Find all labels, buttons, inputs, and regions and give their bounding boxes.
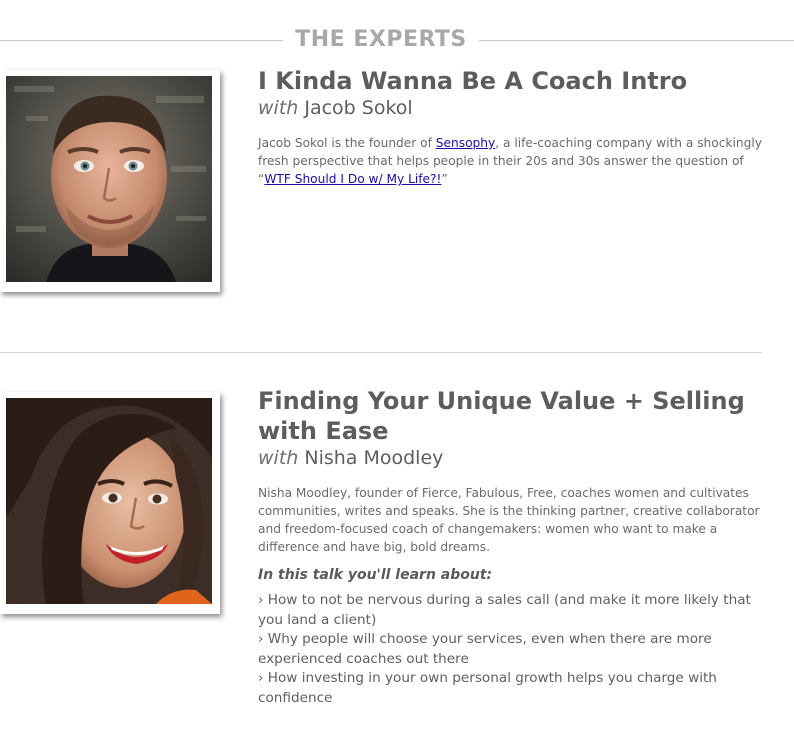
bio-prefix: Jacob Sokol is the founder of — [258, 136, 436, 150]
experts-section-header: THE EXPERTS — [0, 26, 794, 54]
portrait-man-image — [6, 76, 212, 282]
speaker-name: Nisha Moodley — [304, 447, 444, 469]
expert-photo-nisha-moodley — [6, 398, 212, 604]
speaker-line: with Jacob Sokol — [258, 96, 763, 120]
list-item: › How investing in your own personal gro… — [258, 670, 717, 706]
expert-content: I Kinda Wanna Be A Coach Intro with Jaco… — [258, 66, 763, 188]
header-rule-right — [479, 40, 794, 41]
speaker-bio: Jacob Sokol is the founder of Sensophy, … — [258, 134, 763, 188]
speaker-name: Jacob Sokol — [304, 97, 413, 119]
expert-card-jacob-sokol: I Kinda Wanna Be A Coach Intro with Jaco… — [0, 67, 794, 310]
expert-photo-frame — [0, 392, 220, 614]
list-item: › Why people will choose your services, … — [258, 631, 712, 667]
wtf-link[interactable]: WTF Should I Do w/ My Life?! — [264, 172, 441, 186]
portrait-woman-image — [6, 398, 212, 604]
learn-list: › How to not be nervous during a sales c… — [258, 591, 763, 708]
expert-photo-frame — [0, 70, 220, 292]
bio-suffix: ” — [441, 172, 448, 186]
header-rule-left — [0, 40, 283, 41]
learn-heading: In this talk you'll learn about: — [258, 567, 493, 583]
expert-card-nisha-moodley: Finding Your Unique Value + Selling with… — [0, 387, 794, 731]
talk-title: Finding Your Unique Value + Selling with… — [258, 387, 745, 445]
sensophy-link[interactable]: Sensophy — [436, 136, 495, 150]
speaker-line: with Nisha Moodley — [258, 446, 763, 470]
section-title: THE EXPERTS — [295, 27, 467, 52]
talk-title: I Kinda Wanna Be A Coach Intro — [258, 67, 688, 95]
expert-divider — [0, 352, 762, 353]
list-item: › How to not be nervous during a sales c… — [258, 592, 751, 628]
with-label: with — [258, 447, 299, 469]
speaker-bio: Nisha Moodley, founder of Fierce, Fabulo… — [258, 486, 760, 554]
expert-content: Finding Your Unique Value + Selling with… — [258, 386, 763, 708]
expert-photo-jacob-sokol — [6, 76, 212, 282]
with-label: with — [258, 97, 299, 119]
